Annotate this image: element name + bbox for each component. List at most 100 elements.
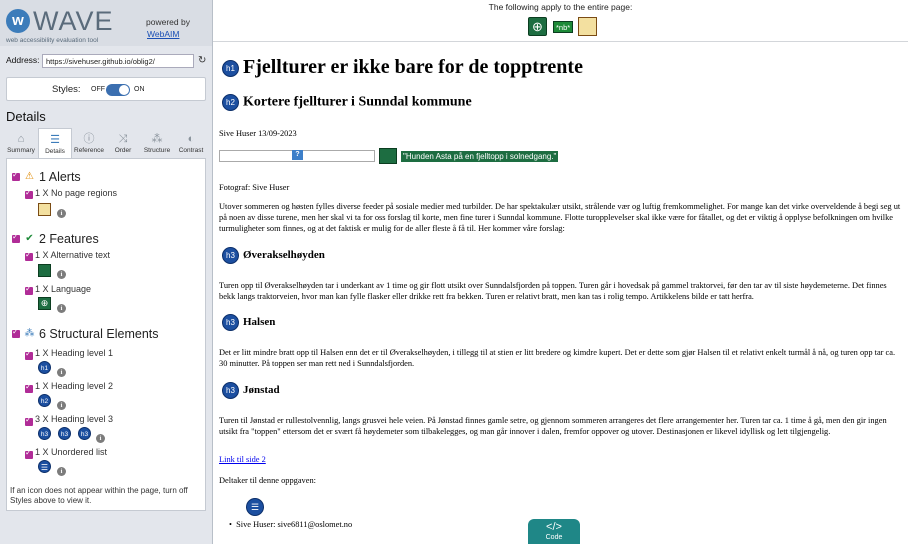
heading-2-label: 1 X Heading level 2: [35, 381, 114, 391]
language-icon[interactable]: ⊕: [528, 17, 547, 36]
info-icon[interactable]: i: [57, 368, 66, 377]
wave-name: WAVE: [33, 6, 114, 36]
heading-3-icon[interactable]: h3: [58, 427, 71, 440]
wave-logo-icon: w: [6, 9, 30, 33]
alt-text-icon[interactable]: [379, 148, 397, 164]
warning-icon: ⚠: [25, 171, 34, 182]
unordered-list-label: 1 X Unordered list: [35, 447, 108, 457]
powered-by-label: powered by: [146, 17, 190, 27]
styles-label: Styles:: [52, 84, 81, 95]
structure-checkbox[interactable]: [12, 327, 20, 338]
info-icon[interactable]: i: [96, 434, 105, 443]
wave-sidebar: w WAVE web accessibility evaluation tool…: [0, 0, 213, 544]
styles-toggle-box: Styles: OFF ON: [6, 77, 206, 101]
code-icon: </>: [546, 521, 562, 533]
order-icon: ⤨: [118, 133, 128, 145]
heading-1-checkbox[interactable]: [25, 349, 33, 360]
heading-2-icon[interactable]: h2: [222, 94, 239, 111]
wave-tagline: web accessibility evaluation tool: [6, 37, 99, 44]
heading-1-icon[interactable]: h1: [38, 361, 51, 374]
participant-text: Sive Huser: sive6811@oslomet.no: [236, 520, 353, 529]
details-panel: ⚠ 1 Alerts 1 X No page regions i ✔ 2 Fea…: [6, 158, 206, 511]
features-checkbox[interactable]: [12, 232, 20, 243]
tab-label: Reference: [74, 147, 104, 154]
heading-2: h2 Kortere fjellturer i Sunndal kommune: [222, 94, 472, 111]
alt-text-checkbox[interactable]: [25, 250, 33, 261]
webaim-link[interactable]: WebAIM: [147, 29, 179, 39]
info-icon[interactable]: i: [57, 401, 66, 410]
info-icon[interactable]: i: [57, 209, 66, 218]
styles-on-label: ON: [134, 86, 145, 93]
features-title: 2 Features: [39, 232, 99, 246]
heading-3-icon[interactable]: h3: [222, 314, 239, 331]
info-icon[interactable]: i: [57, 304, 66, 313]
no-page-regions-icon[interactable]: [38, 203, 51, 216]
heading-2-text: Kortere fjellturer i Sunndal kommune: [243, 94, 472, 110]
styles-toggle[interactable]: [106, 84, 130, 96]
structure-icon: ⁂: [24, 328, 35, 339]
heading-3-text: Jønstad: [243, 384, 280, 397]
panel-tabs: ⌂ Summary ☰ Details ⓘ Reference ⤨ Order ⁂ Str…: [4, 128, 209, 158]
check-circle-icon: ✔: [25, 233, 34, 244]
section-paragraph: Turen opp til Øverakselhøyden tar i unde…: [219, 281, 887, 302]
no-page-regions-icon[interactable]: [578, 17, 597, 36]
page-level-bar: The following apply to the entire page: …: [213, 0, 908, 42]
tab-label: Structure: [143, 147, 171, 154]
wave-header: w WAVE web accessibility evaluation tool…: [0, 0, 212, 46]
info-icon[interactable]: i: [57, 270, 66, 279]
heading-3-icon[interactable]: h3: [222, 382, 239, 399]
styles-off-label: OFF: [91, 86, 105, 93]
heading-1-icon[interactable]: h1: [222, 59, 239, 77]
language-checkbox[interactable]: [25, 284, 33, 295]
tab-structure[interactable]: ⁂ Structure: [140, 128, 174, 158]
structure-icon: ⁂: [151, 133, 163, 145]
tab-contrast[interactable]: ◐ Contrast: [174, 128, 208, 158]
photo-credit: Fotograf: Sive Huser: [219, 183, 290, 192]
alt-text-value: "Hunden Asta på en fjelltopp i solnedgan…: [401, 151, 559, 162]
alerts-checkbox[interactable]: [12, 170, 20, 181]
heading-3-text: Øverakselhøyden: [243, 249, 325, 262]
toggle-knob: [119, 85, 129, 95]
info-icon[interactable]: i: [57, 467, 66, 476]
participant-list-item: • Sive Huser: sive6811@oslomet.no: [229, 520, 353, 529]
alt-text-label: 1 X Alternative text: [35, 250, 111, 260]
language-icon[interactable]: ⊕: [38, 297, 51, 310]
alt-text-icon[interactable]: [38, 264, 51, 277]
home-icon: ⌂: [17, 133, 25, 145]
language-code-badge[interactable]: *nb*: [553, 21, 574, 33]
intro-paragraph: Utover sommeren og høsten fylles diverse…: [219, 202, 901, 234]
info-icon: ⓘ: [83, 133, 95, 145]
heading-3-icon[interactable]: h3: [38, 427, 51, 440]
heading-2-icon[interactable]: h2: [38, 394, 51, 407]
page-2-link[interactable]: Link til side 2: [219, 455, 266, 464]
heading-1: h1 Fjellturer er ikke bare for de topptre…: [222, 56, 583, 79]
code-label: Code: [545, 534, 563, 541]
unordered-list-icon[interactable]: ☰: [246, 498, 264, 516]
heading-3-text: Halsen: [243, 316, 276, 329]
details-title: Details: [6, 109, 46, 124]
address-input[interactable]: [42, 54, 194, 68]
structure-title: 6 Structural Elements: [39, 327, 159, 341]
image-row: ? "Hunden Asta på en fjelltopp i solnedg…: [219, 148, 903, 168]
tab-order[interactable]: ⤨ Order: [106, 128, 140, 158]
heading-3-icon[interactable]: h3: [78, 427, 91, 440]
address-row: Address: ↻: [6, 54, 208, 68]
heading-2-checkbox[interactable]: [25, 382, 33, 393]
tab-reference[interactable]: ⓘ Reference: [72, 128, 106, 158]
participants-label: Deltaker til denne oppgaven:: [219, 476, 316, 485]
no-regions-checkbox[interactable]: [25, 188, 33, 199]
tab-details[interactable]: ☰ Details: [38, 128, 72, 158]
section-paragraph: Turen til Jønstad er rullestolvennlig, l…: [219, 416, 887, 437]
reload-icon[interactable]: ↻: [198, 54, 206, 68]
list-icon: ☰: [50, 134, 60, 146]
broken-image-icon: ?: [292, 150, 303, 160]
no-regions-label: 1 X No page regions: [35, 188, 118, 198]
tab-label: Contrast: [178, 147, 204, 154]
code-button[interactable]: </> Code: [528, 519, 580, 544]
unordered-list-checkbox[interactable]: [25, 448, 33, 459]
heading-3-checkbox[interactable]: [25, 415, 33, 426]
unordered-list-icon[interactable]: ☰: [38, 460, 51, 473]
evaluated-page: The following apply to the entire page: …: [213, 0, 908, 544]
tab-summary[interactable]: ⌂ Summary: [4, 128, 38, 158]
heading-3-icon[interactable]: h3: [222, 247, 239, 264]
